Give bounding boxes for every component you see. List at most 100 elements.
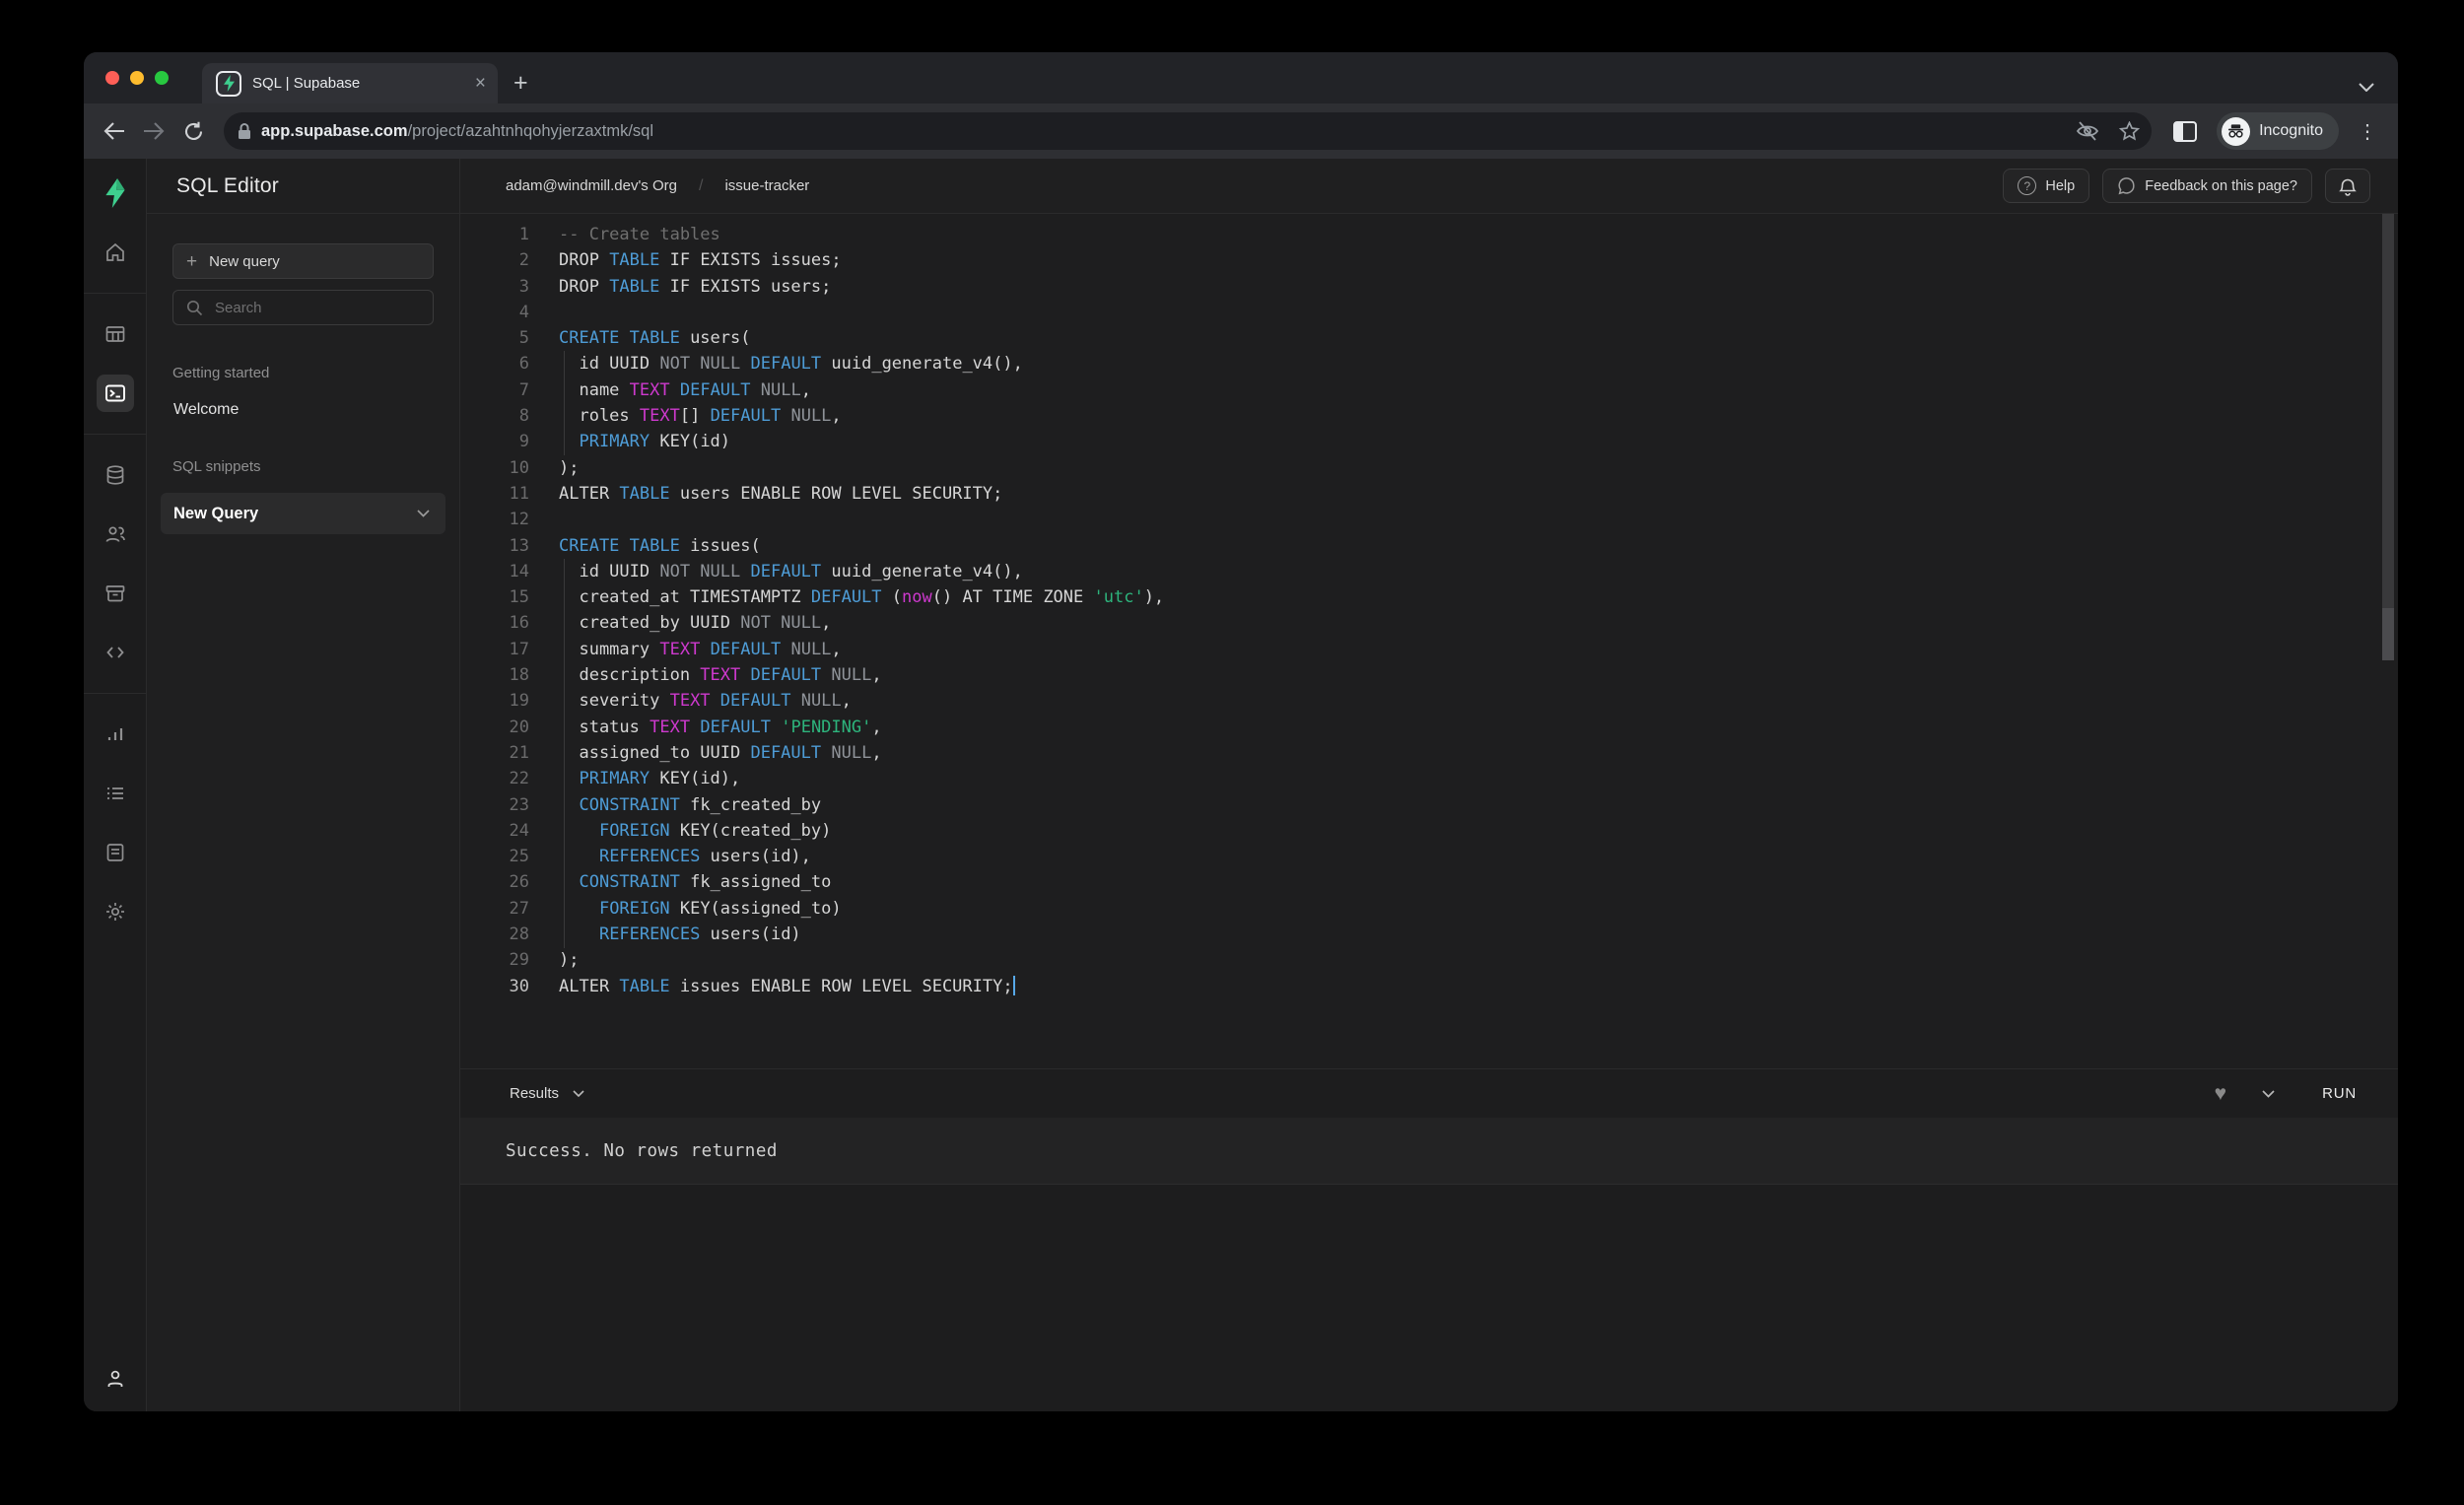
sidebar-item-welcome[interactable]: Welcome [172,401,434,419]
window-controls [105,52,169,103]
results-bar: Results ♥ RUN [460,1068,2398,1118]
line-number: 9 [460,429,529,454]
code-line: 26 CONSTRAINT fk_assigned_to [460,869,2398,895]
rail-divider [84,293,146,294]
account-icon[interactable] [97,1360,134,1398]
sql-editor-icon[interactable] [97,375,134,412]
url-bar[interactable]: app.supabase.com/project/azahtnhqohyjerz… [224,112,2152,150]
edge-functions-icon[interactable] [97,634,134,671]
supabase-favicon-icon [216,71,241,97]
code-text: REFERENCES users(id), [559,844,811,869]
minimize-window-button[interactable] [130,71,144,85]
line-number: 7 [460,377,529,403]
reports-icon[interactable] [97,716,134,753]
sidebar-item-new-query[interactable]: New Query [161,493,445,534]
back-button[interactable] [98,114,131,148]
breadcrumb-project[interactable]: issue-tracker [724,177,809,194]
code-line: 1-- Create tables [460,222,2398,247]
line-number: 20 [460,715,529,740]
results-tab[interactable]: Results [510,1085,559,1102]
code-line: 16 created_by UUID NOT NULL, [460,610,2398,636]
code-line: 10); [460,455,2398,481]
search-input[interactable]: Search [172,290,434,325]
code-lines: 1-- Create tables2DROP TABLE IF EXISTS i… [460,222,2398,999]
url-text: app.supabase.com/project/azahtnhqohyjerz… [261,122,2066,141]
new-query-button[interactable]: + New query [172,243,434,279]
tab-title: SQL | Supabase [252,75,464,92]
code-line: 7 name TEXT DEFAULT NULL, [460,377,2398,403]
sql-editor[interactable]: 1-- Create tables2DROP TABLE IF EXISTS i… [460,214,2398,1068]
supabase-logo-icon[interactable] [97,174,134,212]
code-line: 22 PRIMARY KEY(id), [460,766,2398,791]
chevron-down-icon[interactable] [573,1090,584,1097]
breadcrumb-org[interactable]: adam@windmill.dev's Org [506,177,677,194]
browser-menu-icon[interactable]: ⋮ [2351,114,2384,148]
code-line: 27 FOREIGN KEY(assigned_to) [460,896,2398,922]
line-number: 23 [460,792,529,818]
favorite-heart-icon[interactable]: ♥ [2215,1082,2226,1106]
search-icon [186,300,203,316]
line-number: 24 [460,818,529,844]
text-cursor [1013,976,1015,995]
settings-gear-icon[interactable] [97,893,134,930]
code-text: DROP TABLE IF EXISTS users; [559,274,831,300]
code-line: 8 roles TEXT[] DEFAULT NULL, [460,403,2398,429]
line-number: 26 [460,869,529,895]
reload-button[interactable] [176,114,210,148]
desktop-background: SQL | Supabase × + app.supabase.com/proj… [0,0,2464,1505]
code-text: FOREIGN KEY(created_by) [559,818,831,844]
help-icon: ? [2018,176,2036,195]
feedback-button[interactable]: Feedback on this page? [2102,169,2312,203]
supabase-app: SQL Editor + New query Search Getting st… [84,159,2398,1411]
zoom-window-button[interactable] [155,71,169,85]
logs-icon[interactable] [97,775,134,812]
line-number: 11 [460,481,529,507]
incognito-badge: Incognito [2217,112,2339,150]
line-number: 21 [460,740,529,766]
auth-users-icon[interactable] [97,515,134,553]
chevron-down-icon[interactable] [2262,1090,2275,1098]
tab-strip: SQL | Supabase × + [84,52,2398,103]
help-button[interactable]: ? Help [2003,169,2089,203]
code-text: PRIMARY KEY(id), [559,766,740,791]
code-text: CONSTRAINT fk_assigned_to [559,869,831,895]
code-text: status TEXT DEFAULT 'PENDING', [559,715,882,740]
database-icon[interactable] [97,456,134,494]
code-line: 21 assigned_to UUID DEFAULT NULL, [460,740,2398,766]
bookmark-star-icon[interactable] [2119,121,2140,141]
side-panel-icon[interactable] [2173,121,2197,142]
browser-tab[interactable]: SQL | Supabase × [202,63,498,103]
line-number: 8 [460,403,529,429]
query-result-message: Success. No rows returned [460,1118,2398,1185]
new-tab-button[interactable]: + [513,71,528,96]
code-text: FOREIGN KEY(assigned_to) [559,896,842,922]
table-editor-icon[interactable] [97,315,134,353]
line-number: 15 [460,584,529,610]
line-number: 19 [460,688,529,714]
password-hidden-icon[interactable] [2076,121,2099,141]
line-number: 6 [460,351,529,376]
tab-list-chevron-icon[interactable] [2359,83,2374,92]
snippet-label: New Query [173,505,258,523]
api-docs-icon[interactable] [97,834,134,871]
tab-close-icon[interactable]: × [475,74,486,93]
help-label: Help [2045,178,2075,194]
editor-scrollbar[interactable] [2382,214,2394,660]
line-number: 17 [460,637,529,662]
forward-button[interactable] [137,114,171,148]
home-icon[interactable] [97,234,134,271]
storage-icon[interactable] [97,575,134,612]
code-text: ); [559,455,579,481]
browser-window: SQL | Supabase × + app.supabase.com/proj… [84,52,2398,1411]
run-button[interactable]: RUN [2310,1085,2368,1102]
code-text: assigned_to UUID DEFAULT NULL, [559,740,882,766]
code-text: PRIMARY KEY(id) [559,429,730,454]
code-text: severity TEXT DEFAULT NULL, [559,688,852,714]
close-window-button[interactable] [105,71,119,85]
getting-started-section-label: Getting started [172,365,434,381]
code-text: ALTER TABLE users ENABLE ROW LEVEL SECUR… [559,481,1002,507]
notifications-button[interactable] [2325,169,2370,203]
code-text: DROP TABLE IF EXISTS issues; [559,247,842,273]
sql-snippets-section-label: SQL snippets [172,458,434,475]
code-text: CONSTRAINT fk_created_by [559,792,821,818]
